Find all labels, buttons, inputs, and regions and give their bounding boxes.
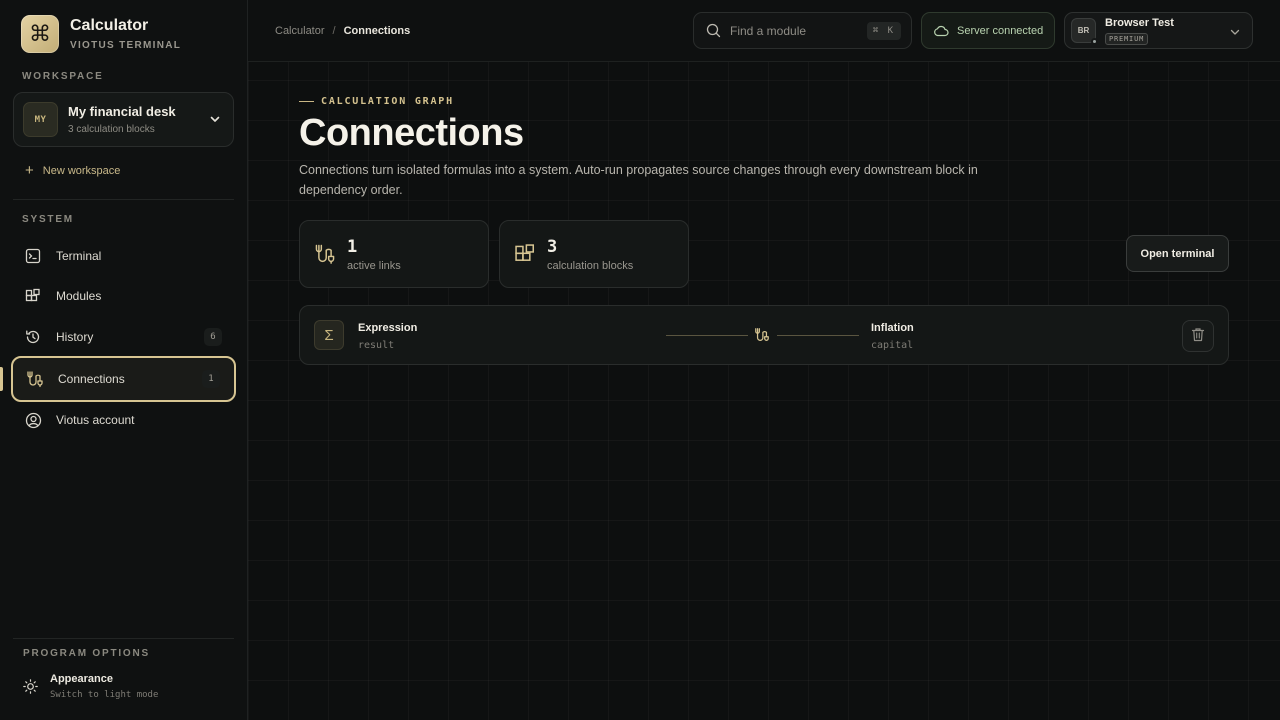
active-links-card: 1 active links <box>299 220 489 288</box>
history-icon <box>24 328 42 346</box>
appearance-subtitle: Switch to light mode <box>50 690 159 700</box>
top-bar: Calculator / Connections Find a module ⌘… <box>248 0 1280 62</box>
workspace-block-count: 3 calculation blocks <box>68 124 155 135</box>
brand[interactable]: ⌘ Calculator VIOTUS TERMINAL <box>21 15 181 53</box>
avatar: BR <box>1071 18 1098 45</box>
link-icon <box>313 242 337 266</box>
workspace-selector[interactable]: MY My financial desk 3 calculation block… <box>13 92 234 147</box>
breadcrumb-calculator[interactable]: Calculator <box>275 25 325 37</box>
connection-row: Σ Expression result Inflation capital <box>299 305 1229 365</box>
sidebar-item-label: Viotus account <box>56 413 135 427</box>
sidebar-item-label: Connections <box>58 372 125 386</box>
modules-icon <box>24 287 42 305</box>
search-input[interactable]: Find a module ⌘ K <box>693 12 912 49</box>
sidebar-item-modules[interactable]: Modules <box>11 275 236 317</box>
presence-dot <box>1091 38 1098 45</box>
connections-icon <box>26 370 44 388</box>
search-shortcut: ⌘ K <box>866 22 901 40</box>
chevron-down-icon <box>209 113 221 128</box>
delete-connection-button[interactable] <box>1182 320 1214 352</box>
appearance-title: Appearance <box>50 673 113 685</box>
user-name: Browser Test <box>1105 16 1174 29</box>
cloud-icon <box>933 25 949 37</box>
source-block-name: Expression <box>358 322 418 334</box>
breadcrumb: Calculator / Connections <box>275 25 410 37</box>
sidebar-item-connections[interactable]: Connections 1 <box>11 356 236 402</box>
app-subtitle: VIOTUS TERMINAL <box>70 40 182 51</box>
sidebar-item-viotus-account[interactable]: Viotus account <box>11 399 236 441</box>
system-section-label: SYSTEM <box>22 214 74 225</box>
plan-badge: PREMIUM <box>1105 32 1149 45</box>
main-content: Calculator / Connections Find a module ⌘… <box>248 0 1280 720</box>
blocks-icon <box>513 242 537 266</box>
link-icon <box>754 327 770 343</box>
calculation-blocks-label: calculation blocks <box>547 259 634 272</box>
active-indicator <box>0 367 3 391</box>
sidebar-divider <box>13 199 234 200</box>
user-initials: BR <box>1077 26 1090 35</box>
server-status-button[interactable]: Server connected <box>921 12 1055 49</box>
history-count-badge: 6 <box>204 328 222 346</box>
sidebar-item-label: History <box>56 330 94 344</box>
search-icon <box>706 23 721 38</box>
link-line-right <box>777 335 859 336</box>
target-block-name: Inflation <box>871 322 914 334</box>
new-workspace-button[interactable]: + New workspace <box>25 163 120 178</box>
calculation-blocks-card: 3 calculation blocks <box>499 220 689 288</box>
breadcrumb-separator: / <box>332 25 336 37</box>
open-terminal-button[interactable]: Open terminal <box>1126 235 1229 272</box>
workspace-avatar: MY <box>23 102 58 137</box>
eyebrow-text: CALCULATION GRAPH <box>321 96 454 107</box>
sidebar-item-terminal[interactable]: Terminal <box>11 235 236 277</box>
trash-icon <box>1191 327 1205 345</box>
sidebar-divider <box>13 638 234 639</box>
app-title: Calculator <box>70 17 149 34</box>
sigma-icon: Σ <box>314 320 344 350</box>
plus-icon: + <box>25 162 34 179</box>
active-links-value: 1 <box>347 236 358 257</box>
user-menu[interactable]: BR Browser Test PREMIUM <box>1064 12 1253 49</box>
sun-icon <box>23 679 38 697</box>
breadcrumb-current: Connections <box>343 25 411 37</box>
active-links-label: active links <box>347 259 401 272</box>
chevron-down-icon <box>1229 26 1241 38</box>
search-placeholder: Find a module <box>730 23 807 38</box>
source-variable: result <box>358 340 395 351</box>
terminal-icon <box>24 247 42 265</box>
workspace-name: My financial desk <box>68 104 176 119</box>
connections-count-badge: 1 <box>202 370 220 388</box>
sidebar-item-label: Modules <box>56 289 102 303</box>
workspace-section-label: WORKSPACE <box>22 71 104 82</box>
program-options-label: PROGRAM OPTIONS <box>23 648 151 659</box>
sidebar: ⌘ Calculator VIOTUS TERMINAL WORKSPACE M… <box>0 0 248 720</box>
appearance-toggle[interactable]: Appearance Switch to light mode <box>23 673 158 700</box>
target-variable: capital <box>871 340 914 351</box>
page-description: Connections turn isolated formulas into … <box>299 163 978 197</box>
section-eyebrow: CALCULATION GRAPH <box>299 96 454 107</box>
command-logo-icon: ⌘ <box>21 15 59 53</box>
page-title: Connections <box>299 112 524 154</box>
eyebrow-line <box>299 101 314 102</box>
sidebar-item-label: Terminal <box>56 249 102 263</box>
new-workspace-label: New workspace <box>42 164 121 177</box>
calculation-blocks-value: 3 <box>547 236 558 257</box>
server-status-label: Server connected <box>957 24 1044 37</box>
link-line-left <box>666 335 748 336</box>
account-icon <box>24 411 42 429</box>
sidebar-item-history[interactable]: History 6 <box>11 316 236 358</box>
